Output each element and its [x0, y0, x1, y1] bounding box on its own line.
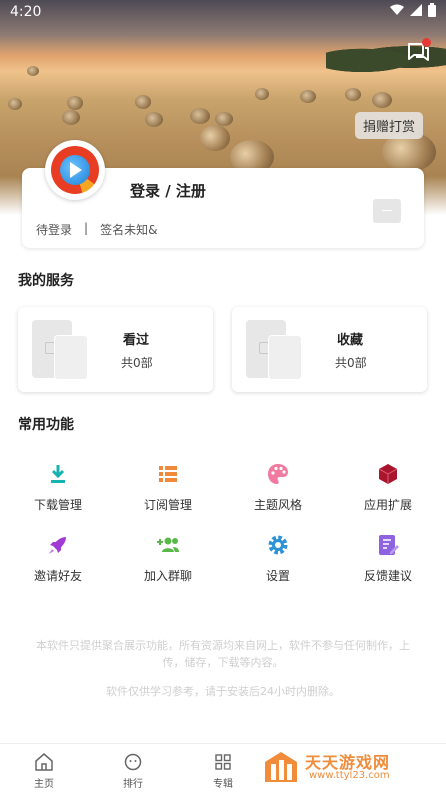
disclaimer-text: 本软件只提供聚合展示功能，所有资源均来自网上，软件不参与任何制作，上传，储存，下…: [36, 639, 410, 669]
login-status: 待登录: [36, 223, 73, 237]
favorites-card[interactable]: 收藏 共0部: [232, 307, 427, 392]
hay-bale: [8, 98, 22, 110]
watermark-url: www.ttyl23.com: [309, 770, 390, 781]
hay-bale: [62, 110, 80, 125]
signature: 签名未知&: [100, 223, 158, 237]
grid-icon: [215, 754, 231, 770]
download-icon: [51, 465, 65, 483]
app-extension-item[interactable]: 应用扩展: [338, 462, 438, 522]
status-icons: [390, 3, 436, 17]
add-group-icon: [157, 537, 179, 552]
list-icon: [159, 466, 177, 482]
donate-button[interactable]: 捐赠打赏: [354, 112, 423, 139]
invite-friends-label: 邀请好友: [33, 569, 82, 583]
download-manager-label: 下载管理: [33, 498, 82, 512]
app-logo-icon: [51, 146, 99, 194]
hay-bale: [67, 96, 83, 110]
history-card[interactable]: 看过 共0部: [18, 307, 213, 392]
rocket-icon: [49, 537, 66, 554]
services-title: 我的服务: [18, 273, 74, 289]
profile-subline: 待登录 | 签名未知&: [36, 221, 157, 238]
watermark-logo-icon: [265, 752, 297, 782]
cube-icon: [378, 464, 398, 484]
download-manager-item[interactable]: 下载管理: [8, 462, 108, 522]
history-count: 共0部: [121, 356, 153, 370]
feedback-item[interactable]: 反馈建议: [338, 533, 438, 593]
home-icon: [35, 753, 53, 771]
avatar[interactable]: [45, 140, 105, 200]
nav-ranking-label: 排行: [123, 779, 143, 790]
settings-item[interactable]: 设置: [228, 533, 328, 593]
placeholder-image-icon: [54, 335, 88, 380]
profile-action-button[interactable]: [373, 199, 401, 223]
settings-label: 设置: [265, 569, 290, 583]
placeholder-image-icon: [268, 335, 302, 380]
disclaimer-note: 软件仅供学习参考，请于安装后24小时内删除。: [106, 685, 340, 698]
gear-icon: [268, 535, 288, 555]
notification-badge: [422, 38, 431, 47]
nav-album-label: 专辑: [213, 779, 233, 790]
hay-bale: [200, 125, 230, 151]
hay-bale: [135, 95, 151, 109]
status-time: 4:20: [10, 4, 42, 20]
nav-home-label: 主页: [34, 779, 54, 790]
hay-bale: [255, 88, 269, 100]
functions-title: 常用功能: [18, 417, 74, 433]
subscription-manager-label: 订阅管理: [143, 498, 192, 512]
favorites-count: 共0部: [335, 356, 367, 370]
battery-icon: [428, 3, 436, 17]
theme-style-label: 主题风格: [253, 498, 302, 512]
ranking-icon: [124, 753, 142, 771]
invite-friends-item[interactable]: 邀请好友: [8, 533, 108, 593]
join-group-label: 加入群聊: [143, 569, 192, 583]
nav-ranking[interactable]: 排行: [103, 753, 163, 790]
feedback-icon: [379, 535, 399, 555]
hay-bale: [190, 108, 210, 124]
login-register-link[interactable]: 登录 / 注册: [130, 180, 206, 201]
separator: |: [84, 221, 89, 235]
subscription-manager-item[interactable]: 订阅管理: [118, 462, 218, 522]
watermark: 天天游戏网 www.ttyl23.com: [262, 748, 432, 788]
hay-bale: [215, 112, 233, 126]
hay-bale: [372, 92, 392, 108]
feedback-label: 反馈建议: [363, 569, 412, 583]
wifi-icon: [390, 4, 404, 15]
status-bar: 4:20: [0, 0, 446, 24]
theme-style-item[interactable]: 主题风格: [228, 462, 328, 522]
palette-icon: [268, 464, 288, 484]
favorites-label: 收藏: [337, 333, 364, 348]
join-group-item[interactable]: 加入群聊: [118, 533, 218, 593]
signal-icon: [410, 4, 422, 16]
hay-bale: [27, 66, 39, 76]
hay-bale: [145, 112, 163, 127]
nav-home[interactable]: 主页: [14, 753, 74, 790]
nav-album[interactable]: 专辑: [193, 753, 253, 790]
app-extension-label: 应用扩展: [363, 498, 412, 512]
hay-bale: [345, 88, 361, 101]
history-label: 看过: [123, 333, 150, 348]
hay-bale: [300, 90, 316, 103]
